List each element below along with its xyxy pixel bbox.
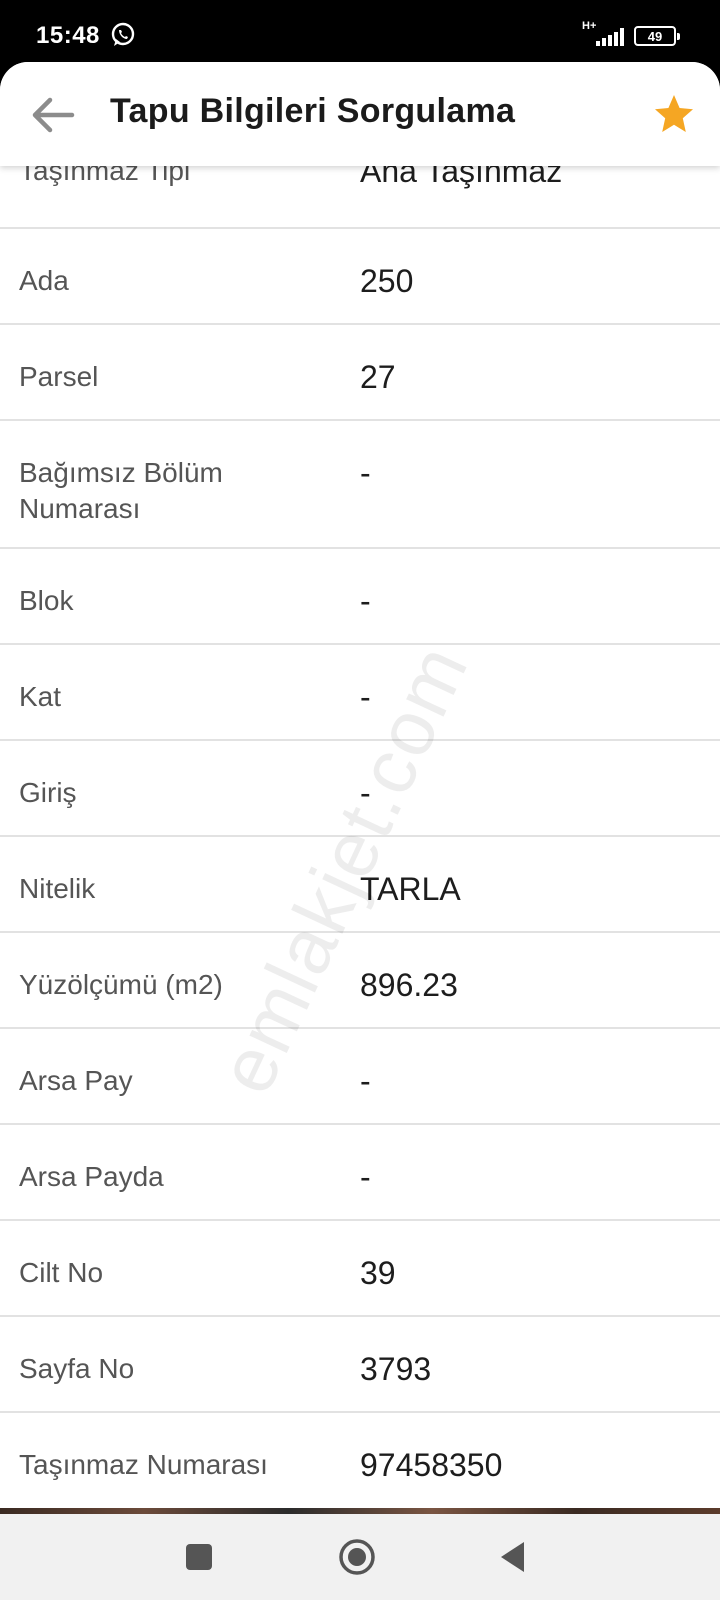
detail-label: Arsa Pay — [19, 1065, 133, 1096]
detail-label: Nitelik — [19, 873, 96, 904]
detail-value: 39 — [360, 1255, 396, 1291]
detail-value: - — [360, 583, 371, 619]
detail-row-cilt-no: Cilt No 39 — [0, 1221, 720, 1317]
page-title: Tapu Bilgileri Sorgulama — [110, 92, 516, 130]
navigation-bar — [0, 1514, 720, 1600]
detail-label: Blok — [19, 585, 74, 616]
detail-value: - — [360, 455, 371, 491]
detail-label: Taşınmaz Numarası — [19, 1449, 268, 1480]
detail-value: 896.23 — [360, 967, 458, 1003]
detail-value: 3793 — [360, 1351, 432, 1387]
detail-row-nitelik: Nitelik TARLA — [0, 837, 720, 933]
detail-label: Kat — [19, 681, 62, 712]
detail-row-blok: Blok - — [0, 549, 720, 645]
detail-row-bagimsiz-bolum: Bağımsız Bölüm Numarası - — [0, 421, 720, 549]
detail-label: Cilt No — [19, 1257, 104, 1288]
detail-value: - — [360, 775, 371, 811]
detail-value: 250 — [360, 263, 414, 299]
detail-value: - — [360, 1159, 371, 1195]
detail-label: Arsa Payda — [19, 1161, 164, 1192]
detail-row-sayfa-no: Sayfa No 3793 — [0, 1317, 720, 1413]
arrow-left-icon[interactable] — [28, 90, 78, 140]
recents-icon[interactable] — [186, 1544, 212, 1570]
detail-label: Giriş — [19, 777, 77, 808]
detail-value: - — [360, 679, 371, 715]
detail-row-kat: Kat - — [0, 645, 720, 741]
detail-row-parsel: Parsel 27 — [0, 325, 720, 421]
detail-row-arsa-payda: Arsa Payda - — [0, 1125, 720, 1221]
network-type: H+ — [582, 20, 597, 32]
detail-row-giris: Giriş - — [0, 741, 720, 837]
back-icon[interactable] — [498, 1540, 528, 1574]
detail-value: 27 — [360, 359, 396, 395]
signal-icon: H+ — [582, 20, 626, 48]
detail-label: Parsel — [19, 361, 99, 392]
app-header: Tapu Bilgileri Sorgulama — [0, 62, 720, 166]
battery-icon: 49 — [634, 26, 680, 46]
detail-row-ada: Ada 250 — [0, 229, 720, 325]
status-time: 15:48 — [36, 22, 100, 49]
detail-label: Yüzölçümü (m2) — [19, 969, 223, 1000]
details-list: Taşınmaz Tipi Ana Taşınmaz Ada 250 Parse… — [0, 135, 720, 1509]
detail-value: TARLA — [360, 871, 461, 907]
app-screen: Tapu Bilgileri Sorgulama Taşınmaz Tipi A… — [0, 62, 720, 1512]
whatsapp-icon — [111, 22, 135, 46]
detail-row-tasinmaz-numarasi: Taşınmaz Numarası 97458350 — [0, 1413, 720, 1509]
detail-label: Bağımsız Bölüm Numarası — [19, 457, 223, 524]
detail-label: Ada — [19, 265, 69, 296]
detail-row-yuzolcumu: Yüzölçümü (m2) 896.23 — [0, 933, 720, 1029]
battery-level: 49 — [647, 28, 663, 44]
star-icon[interactable] — [652, 92, 696, 136]
detail-value: 97458350 — [360, 1447, 503, 1483]
status-bar: 15:48 H+ 49 — [0, 0, 720, 66]
detail-row-arsa-pay: Arsa Pay - — [0, 1029, 720, 1125]
home-icon[interactable] — [338, 1538, 376, 1576]
detail-label: Sayfa No — [19, 1353, 135, 1384]
detail-value: - — [360, 1063, 371, 1099]
